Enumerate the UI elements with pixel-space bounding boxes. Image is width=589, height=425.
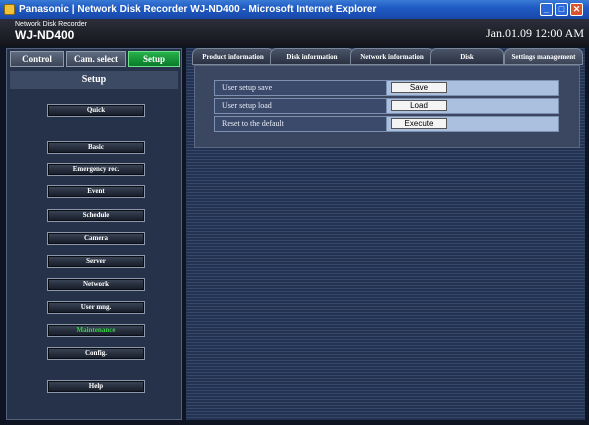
load-button[interactable]: Load (391, 100, 447, 111)
maximize-icon[interactable]: □ (555, 3, 568, 16)
menu-camera-button[interactable]: Camera (47, 232, 145, 245)
menu-user-mng-button[interactable]: User mng. (47, 301, 145, 314)
user-setup-load-label: User setup load (215, 99, 387, 113)
tab-disk[interactable]: Disk (430, 48, 504, 65)
settings-row: Reset to the default Execute (214, 116, 559, 132)
tab-setup[interactable]: Setup (128, 51, 180, 67)
reset-default-label: Reset to the default (215, 117, 387, 131)
ie-icon (4, 4, 15, 15)
menu-schedule-button[interactable]: Schedule (47, 209, 145, 222)
window-title: Panasonic | Network Disk Recorder WJ-ND4… (19, 4, 377, 15)
save-button[interactable]: Save (391, 82, 447, 93)
tab-control[interactable]: Control (10, 51, 64, 67)
menu-maintenance-button[interactable]: Maintenance (47, 324, 145, 337)
menu-server-button[interactable]: Server (47, 255, 145, 268)
setup-title: Setup (10, 71, 178, 89)
menu-basic-button[interactable]: Basic (47, 141, 145, 154)
execute-button[interactable]: Execute (391, 118, 447, 129)
window-titlebar: Panasonic | Network Disk Recorder WJ-ND4… (0, 0, 589, 19)
app-header: Network Disk Recorder WJ-ND400 Jan.01.09… (0, 19, 589, 46)
menu-network-button[interactable]: Network (47, 278, 145, 291)
minimize-icon[interactable]: _ (540, 3, 553, 16)
mode-tabs: Control Cam. select Setup (10, 51, 180, 67)
menu-config-button[interactable]: Config. (47, 347, 145, 360)
tab-product-information[interactable]: Product information (192, 48, 274, 65)
menu-emergency-rec-button[interactable]: Emergency rec. (47, 163, 145, 176)
menu-quick-button[interactable]: Quick (47, 104, 145, 117)
setup-sidebar: Control Cam. select Setup Setup Quick Ba… (6, 48, 182, 420)
menu-event-button[interactable]: Event (47, 185, 145, 198)
close-icon[interactable]: ✕ (570, 3, 583, 16)
settings-row: User setup load Load (214, 98, 559, 114)
tab-settings-management[interactable]: Settings management (504, 48, 583, 65)
user-setup-save-label: User setup save (215, 81, 387, 95)
maintenance-panel: Product information Disk information Net… (186, 48, 585, 420)
tab-network-information[interactable]: Network information (350, 48, 434, 65)
model-name: WJ-ND400 (15, 28, 75, 42)
settings-management-box: User setup save Save User setup load Loa… (194, 65, 580, 148)
tab-disk-information[interactable]: Disk information (270, 48, 354, 65)
datetime-display: Jan.01.09 12:00 AM (486, 26, 585, 40)
tab-cam-select[interactable]: Cam. select (66, 51, 126, 67)
menu-help-button[interactable]: Help (47, 380, 145, 393)
product-subtitle: Network Disk Recorder (15, 21, 87, 28)
settings-row: User setup save Save (214, 80, 559, 96)
